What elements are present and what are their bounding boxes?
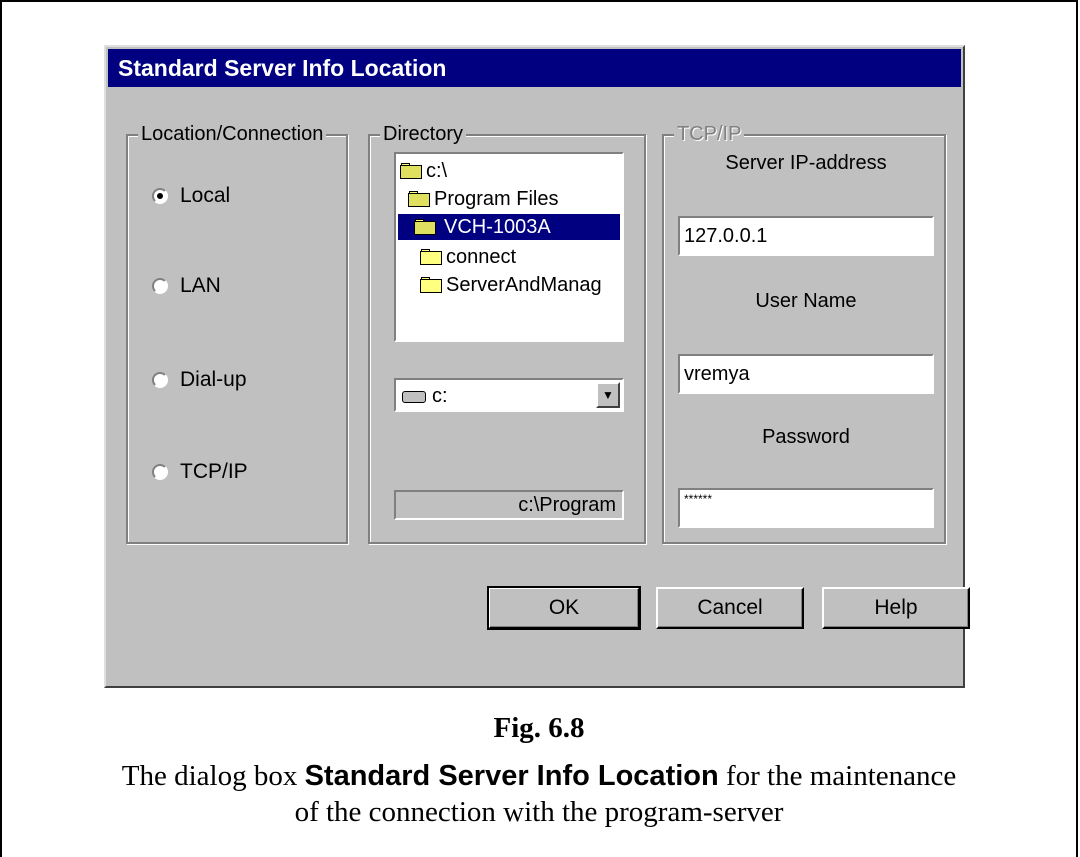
ok-button[interactable]: OK [487,586,641,630]
tree-item-program-files[interactable]: Program Files [408,186,558,212]
radio-tcpip[interactable]: TCP/IP [152,460,248,484]
server-info-dialog: Standard Server Info Location Location/C… [104,45,970,688]
open-folder-icon [414,219,436,235]
tree-item-vch-1003a[interactable]: VCH-1003A [398,214,620,240]
directory-tree[interactable]: c:\ Program Files VCH-1003A connect Serv… [394,152,624,342]
radio-local[interactable]: Local [152,184,230,208]
password-label: Password [762,426,850,448]
tree-item-connect[interactable]: connect [420,244,516,270]
radio-label: Local [180,184,231,207]
caption-prefix: The dialog box [121,760,305,792]
help-button[interactable]: Help [822,587,970,629]
figure-number: Fig. 6.8 [493,712,585,744]
path-text: c:\Program [518,494,616,516]
user-name-label: User Name [755,290,857,312]
caption-line2: of the connection with the program-serve… [294,796,784,828]
open-folder-icon [400,163,422,179]
location-group-title: Location/Connection [138,122,327,146]
folder-icon [420,249,442,265]
tcpip-group: TCP/IP Server IP-address 127.0.0.1 User … [662,122,946,544]
figure-caption: The dialog box Standard Server Info Loca… [0,758,1078,830]
radio-label: LAN [180,274,221,297]
caption-dialog-name: Standard Server Info Location [304,760,719,792]
radio-button-icon[interactable] [152,372,168,388]
directory-group-title: Directory [380,122,467,146]
location-connection-group: Location/Connection Local LAN Dial-up TC… [126,122,348,544]
cancel-button[interactable]: Cancel [656,587,804,629]
selected-path: c:\Program [394,490,624,520]
radio-button-icon[interactable] [152,188,168,204]
radio-lan[interactable]: LAN [152,274,221,298]
caption-line1-suffix: for the maintenance [718,760,957,792]
radio-label: TCP/IP [180,460,248,483]
password-field[interactable]: ****** [678,488,934,528]
user-name-field[interactable]: vremya [678,354,934,394]
dialog-title: Standard Server Info Location [108,49,961,87]
open-folder-icon [408,191,430,207]
directory-group: Directory c:\ Program Files VCH-1003A co… [368,122,646,544]
drive-icon [402,390,426,403]
radio-button-icon[interactable] [152,278,168,294]
drive-select[interactable]: c: ▼ [394,378,624,412]
server-ip-field[interactable]: 127.0.0.1 [678,216,934,256]
radio-dial-up[interactable]: Dial-up [152,368,247,392]
tree-item-serverandmanag[interactable]: ServerAndManag [420,272,602,298]
drive-value: c: [432,385,448,407]
tree-item-root[interactable]: c:\ [400,158,447,184]
radio-button-icon[interactable] [152,464,168,480]
tcpip-group-title: TCP/IP [674,122,745,146]
radio-label: Dial-up [180,368,247,391]
folder-icon [420,277,442,293]
server-ip-label: Server IP-address [725,152,887,174]
chevron-down-icon[interactable]: ▼ [596,382,620,408]
